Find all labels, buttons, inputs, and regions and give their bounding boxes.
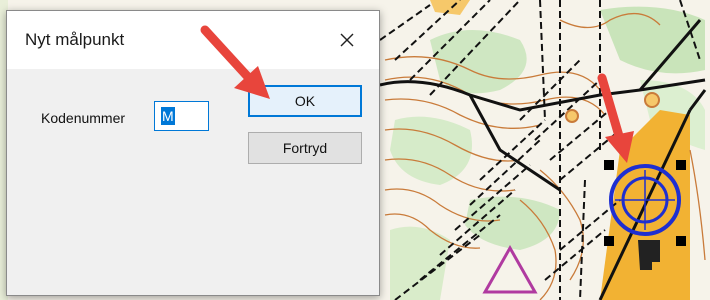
ok-button[interactable]: OK [248, 85, 362, 117]
code-number-value: M [161, 107, 175, 125]
cancel-button[interactable]: Fortryd [248, 132, 362, 164]
dialog-title: Nyt målpunkt [25, 30, 125, 49]
code-number-input[interactable]: M [154, 101, 209, 131]
code-number-label: Kodenummer [41, 110, 126, 126]
close-button[interactable] [325, 23, 369, 57]
new-control-dialog: Nyt målpunkt Kodenummer M OK Fortryd [6, 10, 380, 296]
dialog-titlebar: Nyt målpunkt [7, 11, 379, 69]
control-circle[interactable] [609, 164, 681, 236]
close-icon [340, 33, 354, 47]
